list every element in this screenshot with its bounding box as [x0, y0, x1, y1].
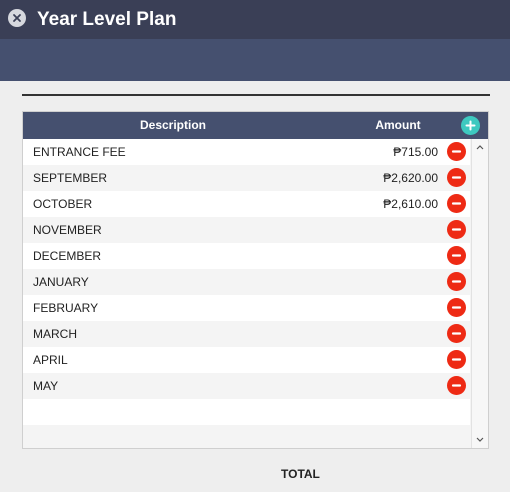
- column-header-amount[interactable]: Amount: [363, 112, 433, 139]
- table-row[interactable]: JANUARY: [23, 269, 470, 295]
- vertical-scrollbar[interactable]: [471, 139, 488, 448]
- delete-row-button[interactable]: [447, 350, 466, 369]
- title-bar: Year Level Plan: [0, 0, 510, 39]
- delete-row-button[interactable]: [447, 194, 466, 213]
- row-description: MAY: [33, 379, 59, 393]
- chevron-down-icon: [476, 437, 484, 442]
- plus-icon: [465, 120, 476, 131]
- minus-icon: [451, 150, 462, 153]
- minus-icon: [451, 306, 462, 309]
- row-description: MARCH: [33, 327, 77, 341]
- scroll-down-button[interactable]: [472, 432, 488, 448]
- row-description: NOVEMBER: [33, 223, 102, 237]
- minus-icon: [451, 202, 462, 205]
- delete-row-button[interactable]: [447, 220, 466, 239]
- table-row[interactable]: DECEMBER: [23, 243, 470, 269]
- fee-grid: Description Amount ENTRANCE FEE ₱715.00 SE…: [22, 111, 489, 449]
- table-row[interactable]: FEBRUARY: [23, 295, 470, 321]
- minus-icon: [451, 332, 462, 335]
- row-description: SEPTEMBER: [33, 171, 108, 185]
- delete-row-button[interactable]: [447, 168, 466, 187]
- minus-icon: [451, 176, 462, 179]
- table-row-empty: [23, 425, 470, 448]
- row-description: DECEMBER: [33, 249, 102, 263]
- table-row[interactable]: ENTRANCE FEE ₱715.00: [23, 139, 470, 165]
- minus-icon: [451, 228, 462, 231]
- table-row-empty: [23, 399, 470, 425]
- add-row-button[interactable]: [461, 116, 480, 135]
- table-row[interactable]: NOVEMBER: [23, 217, 470, 243]
- row-description: JANUARY: [33, 275, 89, 289]
- row-amount[interactable]: ₱715.00: [393, 139, 438, 165]
- delete-row-button[interactable]: [447, 272, 466, 291]
- delete-row-button[interactable]: [447, 142, 466, 161]
- close-button[interactable]: [8, 9, 26, 27]
- row-description: FEBRUARY: [33, 301, 99, 315]
- scroll-up-button[interactable]: [472, 139, 488, 155]
- delete-row-button[interactable]: [447, 246, 466, 265]
- chevron-up-icon: [476, 145, 484, 150]
- close-icon: [13, 14, 21, 22]
- minus-icon: [451, 254, 462, 257]
- total-label: TOTAL: [281, 467, 320, 481]
- minus-icon: [451, 384, 462, 387]
- row-description: ENTRANCE FEE: [33, 145, 126, 159]
- grid-rows: ENTRANCE FEE ₱715.00 SEPTEMBER ₱2,620.00 OCT…: [23, 139, 470, 448]
- row-amount[interactable]: ₱2,610.00: [383, 191, 438, 217]
- table-row[interactable]: OCTOBER ₱2,610.00: [23, 191, 470, 217]
- table-row[interactable]: MAY: [23, 373, 470, 399]
- grid-header: Description Amount: [23, 112, 488, 139]
- minus-icon: [451, 280, 462, 283]
- minus-icon: [451, 358, 462, 361]
- row-description: APRIL: [33, 353, 68, 367]
- toolbar-band: [0, 39, 510, 81]
- table-row[interactable]: MARCH: [23, 321, 470, 347]
- divider: [22, 94, 490, 96]
- delete-row-button[interactable]: [447, 376, 466, 395]
- column-header-description[interactable]: Description: [23, 112, 323, 139]
- window-title: Year Level Plan: [37, 9, 177, 30]
- table-row[interactable]: APRIL: [23, 347, 470, 373]
- row-description: OCTOBER: [33, 197, 93, 211]
- delete-row-button[interactable]: [447, 298, 466, 317]
- row-amount[interactable]: ₱2,620.00: [383, 165, 438, 191]
- table-row[interactable]: SEPTEMBER ₱2,620.00: [23, 165, 470, 191]
- delete-row-button[interactable]: [447, 324, 466, 343]
